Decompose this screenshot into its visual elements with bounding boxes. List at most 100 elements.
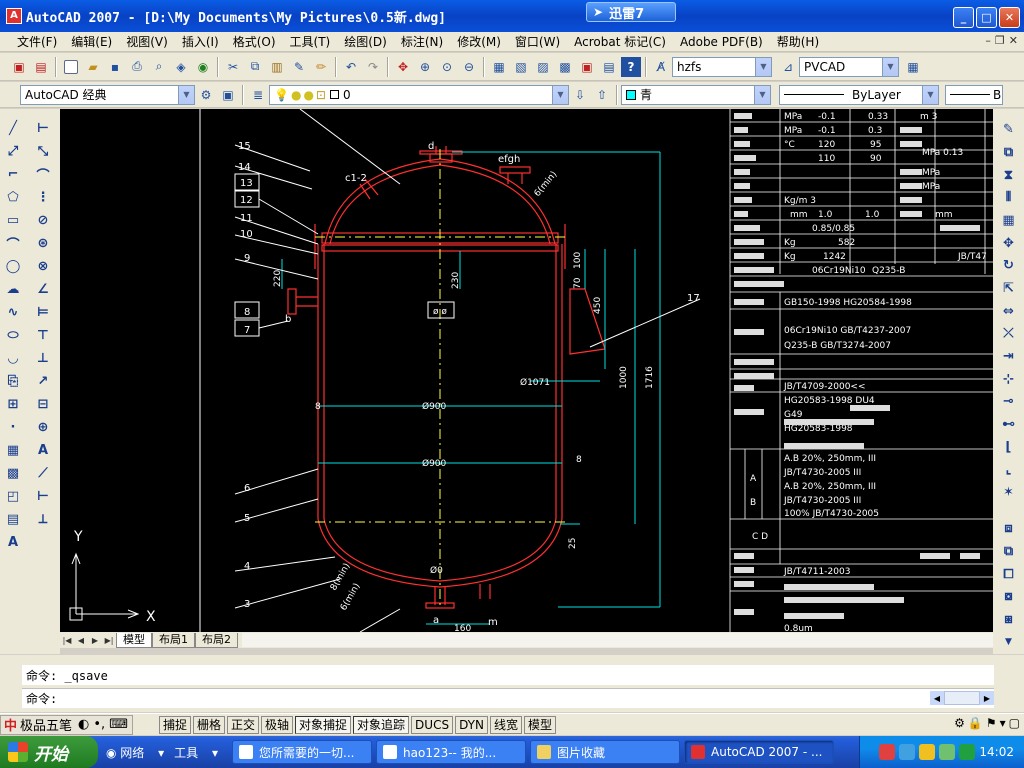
bring-above-icon[interactable]: ⧇ <box>998 586 1020 608</box>
ducs-toggle[interactable]: DUCS <box>411 715 454 734</box>
region-icon[interactable]: ◰ <box>2 485 24 507</box>
menu-modify[interactable]: 修改(M) <box>450 33 508 50</box>
model-toggle[interactable]: 模型 <box>523 715 556 734</box>
tools-toolbar[interactable]: 工具 ▾ <box>174 744 218 761</box>
autocad-icon[interactable]: A <box>6 8 22 24</box>
menu-view[interactable]: 视图(V) <box>119 33 175 50</box>
design-center-icon[interactable]: ▧ <box>511 57 531 77</box>
scroll-thumb[interactable] <box>944 691 980 705</box>
dimension-edit-icon[interactable]: A <box>32 439 54 461</box>
ellipse-icon[interactable]: ⬭ <box>2 324 24 346</box>
menu-draw[interactable]: 绘图(D) <box>337 33 394 50</box>
polygon-icon[interactable]: ⬠ <box>2 186 24 208</box>
command-scrollbar[interactable]: ◀ ▶ <box>930 691 994 705</box>
last-tab-icon[interactable]: ▶| <box>102 633 116 647</box>
zoom-window-icon[interactable]: ⊙ <box>437 57 457 77</box>
toolbar-expand-icon[interactable]: ▼ <box>998 631 1020 653</box>
network-toolbar[interactable]: ◉ 网络 ▾ <box>106 744 164 761</box>
ime-bar[interactable]: 中 极品五笔 ◐ •, ⌨ <box>0 714 133 735</box>
draw-order-icon[interactable]: ⧈ <box>998 518 1020 540</box>
gradient-icon[interactable]: ▩ <box>2 462 24 484</box>
zoom-previous-icon[interactable]: ⊖ <box>459 57 479 77</box>
first-tab-icon[interactable]: |◀ <box>60 633 74 647</box>
menu-edit[interactable]: 编辑(E) <box>64 33 119 50</box>
chamfer-icon[interactable]: ⌊ <box>998 436 1020 458</box>
insert-block-icon[interactable]: ⎘ <box>2 370 24 392</box>
menu-file[interactable]: 文件(F) <box>10 33 64 50</box>
copy-object-icon[interactable]: ⧉ <box>998 142 1020 164</box>
workspace-select[interactable]: AutoCAD 经典 ▼ <box>20 84 195 105</box>
chevron-down-icon[interactable]: ▼ <box>754 85 770 104</box>
polyline-icon[interactable]: ⌐ <box>2 163 24 185</box>
dimension-update-icon[interactable]: ⊢ <box>32 485 54 507</box>
offset-icon[interactable]: ⫴ <box>998 187 1020 209</box>
tray-security-icon[interactable] <box>959 744 976 760</box>
punctuation-icon[interactable]: •, <box>93 717 105 732</box>
lineweight-select[interactable]: B <box>945 84 1003 105</box>
lock-toolbar-icon[interactable]: 🔒 <box>968 716 983 730</box>
start-button[interactable]: 开始 <box>0 736 98 768</box>
tab-layout2[interactable]: 布局2 <box>195 632 238 648</box>
redo-icon[interactable]: ↷ <box>363 57 383 77</box>
annotation-icon[interactable]: ⚑ <box>986 716 997 730</box>
center-mark-icon[interactable]: ⊕ <box>32 416 54 438</box>
hatch-icon[interactable]: ▦ <box>2 439 24 461</box>
diameter-dimension-icon[interactable]: ⊗ <box>32 255 54 277</box>
copy-icon[interactable]: ⧉ <box>245 57 265 77</box>
polar-toggle[interactable]: 极轴 <box>261 715 294 734</box>
revision-cloud-icon[interactable]: ☁ <box>2 278 24 300</box>
snap-toggle[interactable]: 捕捉 <box>158 715 191 734</box>
otrack-toggle[interactable]: 对象追踪 <box>353 715 410 734</box>
sheet-set-icon[interactable]: ▩ <box>555 57 575 77</box>
paste-icon[interactable]: ▥ <box>267 57 287 77</box>
multiline-text-icon[interactable]: A <box>2 531 24 553</box>
close-button[interactable]: ✕ <box>999 7 1020 28</box>
tray-qq-icon[interactable] <box>919 744 936 760</box>
tray-volume-icon[interactable] <box>939 744 956 760</box>
send-under-icon[interactable]: ⧆ <box>998 609 1020 631</box>
linetype-select[interactable]: ByLayer ▼ <box>779 84 939 105</box>
plot-preview-icon[interactable]: ⌕ <box>149 57 169 77</box>
radius-dimension-icon[interactable]: ⊘ <box>32 209 54 231</box>
menu-acrobat[interactable]: Acrobat 标记(C) <box>567 33 673 50</box>
circle-icon[interactable]: ◯ <box>2 255 24 277</box>
help-icon[interactable]: ? <box>621 56 641 77</box>
table-style-icon[interactable]: ▦ <box>903 57 923 77</box>
layer-previous-icon[interactable]: ⇧ <box>592 85 612 105</box>
prev-tab-icon[interactable]: ◀ <box>74 633 88 647</box>
dimension-style-icon[interactable]: ⟂ <box>32 508 54 530</box>
chevron-down-icon[interactable]: ▼ <box>178 85 194 104</box>
calculator-icon[interactable]: ▤ <box>599 57 619 77</box>
color-select[interactable]: 青 ▼ <box>621 84 771 105</box>
baseline-dimension-icon[interactable]: ⊤ <box>32 324 54 346</box>
cut-icon[interactable]: ✂ <box>223 57 243 77</box>
tool-palettes-icon[interactable]: ▨ <box>533 57 553 77</box>
array-icon[interactable]: ▦ <box>998 210 1020 232</box>
moon-icon[interactable]: ◐ <box>78 717 89 732</box>
mirror-icon[interactable]: ⧗ <box>998 164 1020 186</box>
tray-app-icon[interactable] <box>879 744 896 760</box>
next-tab-icon[interactable]: ▶ <box>88 633 102 647</box>
block-editor-icon[interactable]: ✏ <box>311 57 331 77</box>
keyboard-icon[interactable]: ⌨ <box>109 717 128 732</box>
open-icon[interactable]: ▰ <box>83 57 103 77</box>
tab-model[interactable]: 模型 <box>116 632 152 648</box>
table-icon[interactable]: ▤ <box>2 508 24 530</box>
construction-line-icon[interactable]: ⤢ <box>2 140 24 162</box>
minimize-button[interactable]: _ <box>953 7 974 28</box>
ellipse-arc-icon[interactable]: ◡ <box>2 347 24 369</box>
quick-leader-icon[interactable]: ↗ <box>32 370 54 392</box>
zoom-realtime-icon[interactable]: ⊕ <box>415 57 435 77</box>
command-input[interactable]: 命令: <box>22 688 994 708</box>
pdf-icon[interactable]: ▣ <box>9 57 29 77</box>
horizontal-scrollbar[interactable] <box>242 633 993 647</box>
layer-manager-icon[interactable]: ≣ <box>248 85 268 105</box>
point-icon[interactable]: · <box>2 416 24 438</box>
trim-icon[interactable]: ⤫ <box>998 323 1020 345</box>
rotate-icon[interactable]: ↻ <box>998 255 1020 277</box>
jogged-dimension-icon[interactable]: ⊛ <box>32 232 54 254</box>
markup-icon[interactable]: ▣ <box>577 57 597 77</box>
print-icon[interactable]: ⎙ <box>127 57 147 77</box>
extend-icon[interactable]: ⇥ <box>998 346 1020 368</box>
menu-tools[interactable]: 工具(T) <box>283 33 338 50</box>
